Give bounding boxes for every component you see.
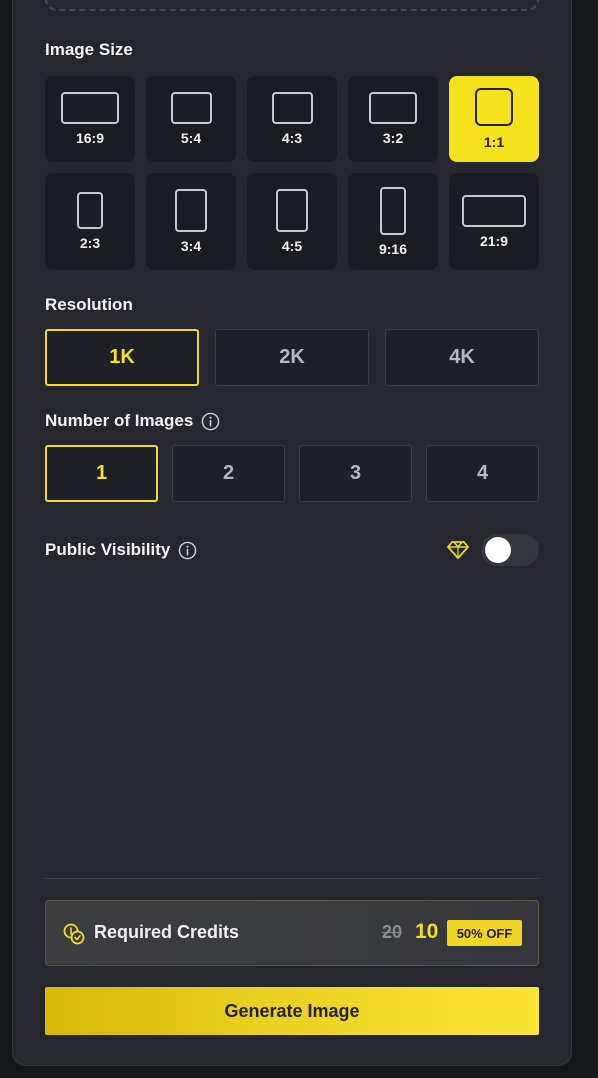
size-option-label: 21:9	[479, 232, 509, 249]
size-option-1-1[interactable]: 1:1	[449, 76, 539, 162]
ratio-5-4-icon	[170, 92, 212, 124]
image-count-option-3[interactable]: 3	[299, 445, 412, 502]
info-icon[interactable]	[178, 541, 197, 560]
resolution-option-1k[interactable]: 1K	[45, 329, 199, 386]
size-option-3-2[interactable]: 3:2	[348, 76, 438, 162]
ratio-3-2-icon	[369, 92, 417, 124]
discount-badge: 50% OFF	[447, 920, 522, 946]
resolution-option-2k[interactable]: 2K	[215, 329, 369, 386]
ratio-4-3-icon	[271, 92, 313, 124]
image-size-grid: 16:9 5:4 4:3 3:2 1:1 2:3 3:4 4:5 9:16 21…	[45, 76, 539, 270]
required-credits-label: Required Credits	[94, 922, 240, 942]
image-count-option-1[interactable]: 1	[45, 445, 158, 502]
size-option-4-5[interactable]: 4:5	[247, 173, 337, 270]
generate-image-button[interactable]: Generate Image	[45, 987, 539, 1035]
size-option-label: 4:5	[281, 238, 303, 254]
ratio-16-9-icon	[61, 92, 119, 124]
resolution-label: Resolution	[45, 294, 133, 316]
number-of-images-label: Number of Images	[45, 410, 220, 432]
public-visibility-row: Public Visibility	[45, 534, 539, 566]
ratio-21-9-icon	[462, 194, 526, 227]
number-of-images-label-text: Number of Images	[45, 411, 194, 430]
image-count-option-4[interactable]: 4	[426, 445, 539, 502]
toggle-knob	[485, 537, 511, 563]
upload-dropzone[interactable]	[45, 0, 539, 11]
public-visibility-label: Public Visibility	[45, 539, 197, 561]
size-option-2-3[interactable]: 2:3	[45, 173, 135, 270]
info-icon[interactable]	[201, 412, 220, 431]
coins-icon	[63, 923, 85, 945]
resolution-label-text: Resolution	[45, 295, 133, 314]
size-option-label: 9:16	[378, 240, 408, 257]
section-divider	[45, 878, 539, 879]
image-size-label: Image Size	[45, 39, 133, 61]
size-option-label: 4:3	[281, 130, 303, 146]
size-option-5-4[interactable]: 5:4	[146, 76, 236, 162]
required-credits-box: Required Credits 20 10 50% OFF	[45, 900, 539, 966]
ratio-9-16-icon	[380, 186, 406, 235]
size-option-label: 16:9	[75, 130, 105, 146]
size-option-label: 3:4	[180, 238, 202, 254]
size-option-4-3[interactable]: 4:3	[247, 76, 337, 162]
public-visibility-toggle[interactable]	[481, 534, 539, 566]
size-option-3-4[interactable]: 3:4	[146, 173, 236, 270]
size-option-9-16[interactable]: 9:16	[348, 173, 438, 270]
size-option-21-9[interactable]: 21:9	[449, 173, 539, 270]
resolution-option-4k[interactable]: 4K	[385, 329, 539, 386]
public-visibility-label-text: Public Visibility	[45, 540, 171, 559]
ratio-2-3-icon	[77, 192, 103, 229]
original-price: 20	[382, 922, 403, 942]
size-option-label: 1:1	[483, 134, 505, 150]
number-of-images-options: 1 2 3 4	[45, 445, 539, 502]
image-count-option-2[interactable]: 2	[172, 445, 285, 502]
diamond-icon	[447, 541, 469, 559]
discounted-price: 10	[415, 920, 439, 943]
size-option-label: 2:3	[79, 235, 101, 251]
size-option-label: 5:4	[180, 130, 202, 146]
ratio-3-4-icon	[175, 189, 207, 232]
ratio-4-5-icon	[276, 189, 308, 232]
resolution-options: 1K 2K 4K	[45, 329, 539, 386]
size-option-label: 3:2	[382, 130, 404, 146]
ratio-1-1-icon	[475, 88, 513, 126]
image-size-label-text: Image Size	[45, 40, 133, 59]
size-option-16-9[interactable]: 16:9	[45, 76, 135, 162]
